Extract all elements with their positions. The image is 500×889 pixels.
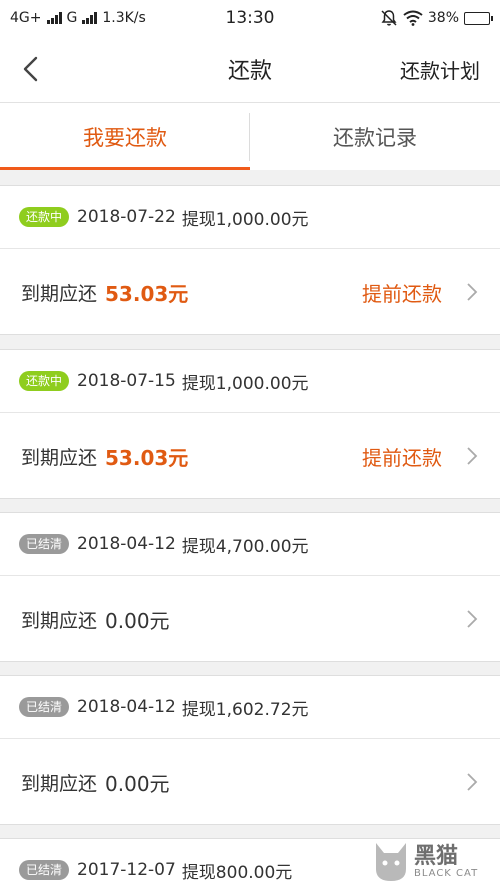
chevron-right-icon bbox=[467, 773, 478, 791]
loan-card-header: 已结清 2018-04-12 提现4,700.00元 bbox=[0, 513, 500, 576]
status-badge: 还款中 bbox=[19, 371, 70, 391]
loan-desc: 提现800.00元 bbox=[181, 862, 293, 883]
loan-card: 还款中 2018-07-22 提现1,000.00元 到期应还 53.03元 提… bbox=[0, 185, 500, 335]
watermark-brand-en: BLACK CAT bbox=[414, 867, 479, 879]
due-amount: 53.03元 bbox=[105, 281, 189, 306]
signal-icon bbox=[46, 12, 62, 24]
loan-desc: 提现1,000.00元 bbox=[181, 209, 309, 230]
black-cat-logo-icon bbox=[376, 843, 406, 881]
due-amount: 0.00元 bbox=[105, 771, 170, 796]
chevron-right-icon bbox=[467, 610, 478, 628]
loan-desc: 提现1,000.00元 bbox=[181, 373, 309, 394]
network-type-primary: 4G+ bbox=[10, 10, 42, 26]
early-repay-button[interactable]: 提前还款 bbox=[362, 278, 442, 307]
status-bar: 4G+ G 1.3K/s 13:30 38% bbox=[0, 0, 500, 36]
tab-repay[interactable]: 我要还款 bbox=[0, 103, 250, 170]
due-amount: 53.03元 bbox=[105, 445, 189, 470]
loan-card-row[interactable]: 到期应还 0.00元 bbox=[0, 576, 500, 662]
battery-percent: 38% bbox=[427, 10, 459, 26]
nav-header: 还款 还款计划 bbox=[0, 36, 500, 102]
loan-date: 2018-04-12 bbox=[77, 697, 176, 717]
due-label: 到期应还 bbox=[21, 282, 98, 305]
status-badge: 还款中 bbox=[19, 207, 70, 227]
loan-card: 还款中 2018-07-15 提现1,000.00元 到期应还 53.03元 提… bbox=[0, 349, 500, 499]
early-repay-button[interactable]: 提前还款 bbox=[362, 442, 442, 471]
signal-icon-secondary bbox=[82, 12, 98, 24]
back-icon[interactable] bbox=[14, 50, 50, 88]
repayment-plan-button[interactable]: 还款计划 bbox=[400, 55, 480, 84]
chevron-right-icon bbox=[467, 283, 478, 301]
status-badge: 已结清 bbox=[19, 697, 70, 717]
status-badge: 已结清 bbox=[19, 534, 70, 554]
due-label: 到期应还 bbox=[21, 446, 98, 469]
loan-desc: 提现4,700.00元 bbox=[181, 536, 309, 557]
loan-card-header: 还款中 2018-07-22 提现1,000.00元 bbox=[0, 186, 500, 249]
watermark: 黑猫 BLACK CAT bbox=[372, 839, 496, 885]
loan-card-row[interactable]: 到期应还 53.03元 提前还款 bbox=[0, 413, 500, 499]
due-label: 到期应还 bbox=[21, 772, 98, 795]
tab-repay-history[interactable]: 还款记录 bbox=[250, 103, 500, 170]
network-speed: 1.3K/s bbox=[102, 10, 146, 26]
tab-bar: 我要还款 还款记录 bbox=[0, 102, 500, 170]
loan-desc: 提现1,602.72元 bbox=[181, 699, 309, 720]
due-label: 到期应还 bbox=[21, 609, 98, 632]
loan-card-row[interactable]: 到期应还 0.00元 bbox=[0, 739, 500, 825]
loan-card: 已结清 2018-04-12 提现1,602.72元 到期应还 0.00元 bbox=[0, 675, 500, 825]
status-right: 38% bbox=[380, 9, 493, 27]
chevron-right-icon bbox=[467, 447, 478, 465]
status-left: 4G+ G 1.3K/s bbox=[10, 10, 146, 26]
watermark-brand-cn: 黑猫 bbox=[414, 843, 459, 869]
loan-date: 2018-07-15 bbox=[77, 371, 176, 391]
loan-card-header: 还款中 2018-07-15 提现1,000.00元 bbox=[0, 350, 500, 413]
status-badge: 已结清 bbox=[19, 860, 70, 880]
loan-card-header: 已结清 2018-04-12 提现1,602.72元 bbox=[0, 676, 500, 739]
due-amount: 0.00元 bbox=[105, 608, 170, 633]
loan-date: 2018-07-22 bbox=[77, 207, 176, 227]
page-title: 还款 bbox=[227, 59, 272, 84]
battery-icon bbox=[464, 11, 493, 25]
loan-card: 已结清 2018-04-12 提现4,700.00元 到期应还 0.00元 bbox=[0, 512, 500, 662]
mute-bell-icon bbox=[381, 10, 397, 26]
loan-date: 2017-12-07 bbox=[77, 860, 176, 880]
loan-date: 2018-04-12 bbox=[77, 534, 176, 554]
watermark-text: 黑猫 BLACK CAT bbox=[414, 843, 479, 879]
network-type-secondary: G bbox=[66, 10, 78, 26]
wifi-icon bbox=[403, 10, 423, 26]
loan-card-row[interactable]: 到期应还 53.03元 提前还款 bbox=[0, 249, 500, 335]
